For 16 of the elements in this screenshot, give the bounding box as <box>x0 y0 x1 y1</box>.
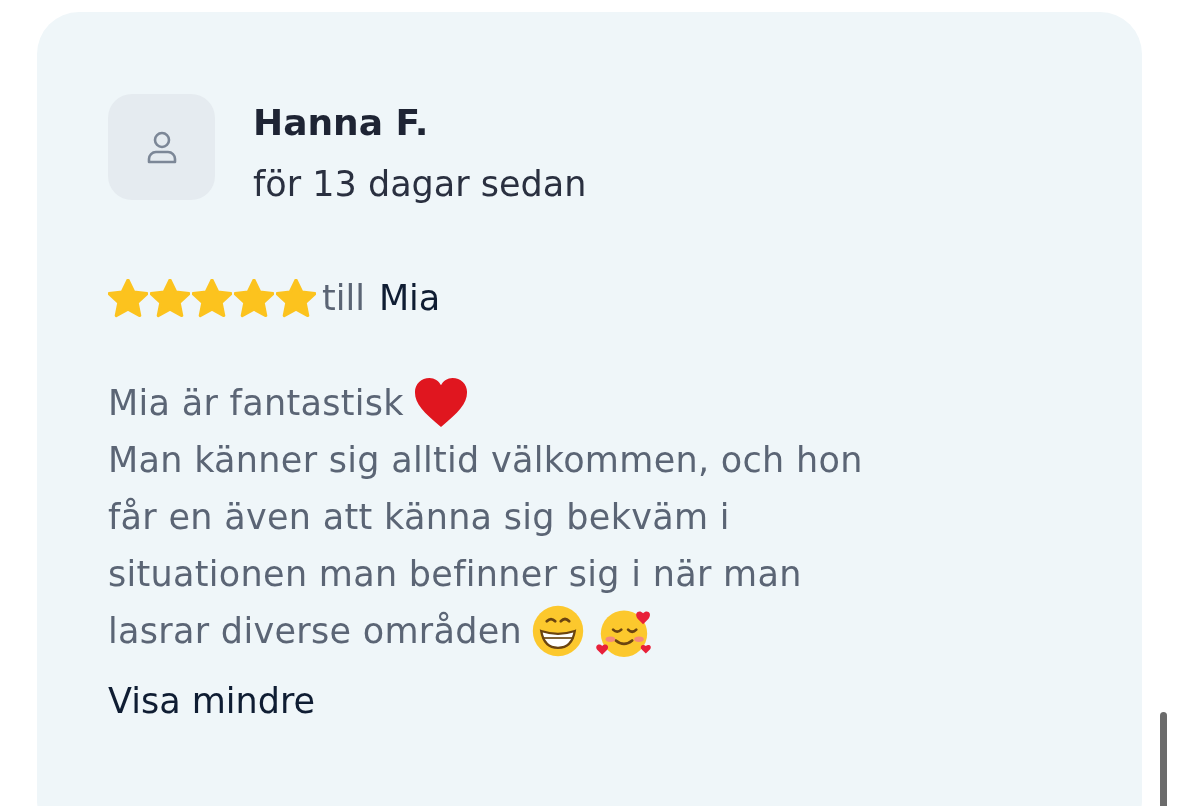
star-icon <box>234 278 274 318</box>
scrollbar[interactable] <box>1160 712 1167 806</box>
author-name: Hanna F. <box>253 101 430 145</box>
review-text-line: lasrar diverse områden <box>108 610 523 651</box>
star-icon <box>192 278 232 318</box>
review-text-line: situationen man befinner sig i när man <box>108 553 802 594</box>
star-icon <box>150 278 190 318</box>
show-less-link[interactable]: Visa mindre <box>108 681 316 721</box>
review-text-line: Mia är fantastisk <box>108 382 404 423</box>
star-icon <box>108 278 148 318</box>
recipient-prefix: till <box>322 278 365 318</box>
star-icon <box>276 278 316 318</box>
review-text-line: Man känner sig alltid välkommen, och hon <box>108 439 863 480</box>
review-text-line: får en även att känna sig bekväm i <box>108 496 730 537</box>
review-date: för 13 dagar sedan <box>253 163 587 206</box>
recipient-name: Mia <box>378 278 441 318</box>
